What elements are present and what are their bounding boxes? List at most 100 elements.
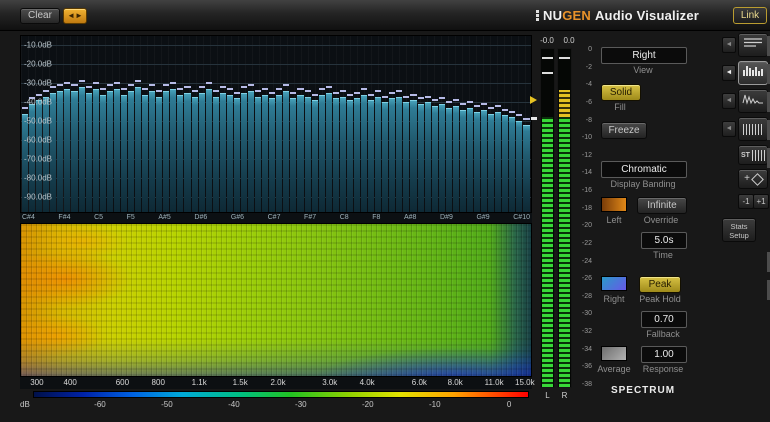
note-label: G#6: [230, 214, 245, 221]
spectrum-bar: [170, 36, 177, 212]
spectrum-bar: [445, 36, 452, 212]
color-scale-label: -30: [295, 400, 307, 409]
peak-hold-mark: [255, 89, 262, 92]
spectrum-bar: [248, 36, 255, 212]
banding-dropdown[interactable]: Chromatic: [601, 161, 687, 178]
peak-hold-mark: [417, 97, 424, 100]
freeze-button[interactable]: Freeze: [601, 122, 647, 139]
note-label: C#10: [513, 214, 530, 221]
response-value[interactable]: 1.00: [641, 346, 687, 363]
brand-suffix: Audio Visualizer: [594, 7, 700, 23]
peak-hold-mark: [481, 103, 488, 106]
color-scale-label: -60: [94, 400, 106, 409]
stats-line2: Setup: [729, 231, 749, 240]
spectrum-bar: [346, 36, 353, 212]
fill-solid-button[interactable]: Solid: [601, 84, 641, 101]
note-axis: C#4 F#4 C5 F5 A#5 D#6 G#6 C#7 F#7 C8 F8 A#8 D#9 G#9 C#…: [20, 213, 532, 223]
peak-hold-mark: [368, 93, 375, 96]
lines-view-button[interactable]: [738, 33, 768, 57]
note-label: F5: [126, 214, 135, 221]
note-label: A#8: [403, 214, 417, 221]
frequency-label: 4.0k: [359, 378, 375, 387]
spectrum-bar: [375, 36, 382, 212]
frequency-label: 2.0k: [270, 378, 286, 387]
left-channel-swatch[interactable]: [601, 197, 627, 212]
peak-hold-mark: [346, 93, 353, 96]
topbar: Clear ◄► NU GEN Audio Visualizer Link: [0, 0, 770, 31]
response-label: Response: [642, 364, 684, 374]
spectrum-bar: [276, 36, 283, 212]
panel-arrow-button[interactable]: ◄: [722, 93, 736, 109]
frequency-label: 11.0k: [484, 378, 504, 387]
nugen-logo-icon: [536, 9, 539, 21]
spectrum-bar: [304, 36, 311, 212]
bars-view-button[interactable]: [738, 61, 768, 85]
panel-arrow-button[interactable]: ◄: [722, 37, 736, 53]
level-meter-left: [540, 48, 555, 388]
spectrum-bar: [459, 36, 466, 212]
panel-arrow-button[interactable]: ◄: [722, 65, 736, 81]
link-button[interactable]: Link: [733, 7, 767, 24]
fallback-value[interactable]: 0.70: [641, 311, 687, 328]
meter-scale-label: -2: [585, 63, 592, 71]
peak-hold-mark: [495, 104, 502, 107]
nudge-minus-button[interactable]: -1: [738, 194, 754, 209]
peak-hold-mark: [353, 91, 360, 94]
peak-hold-mark: [304, 89, 311, 92]
peak-hold-mark: [233, 91, 240, 94]
brand-nu: NU: [543, 7, 563, 23]
average-swatch[interactable]: [601, 346, 627, 361]
peak-hold-mark: [135, 80, 142, 83]
meter-scale-label: -8: [585, 116, 592, 124]
spectrum-bar: [368, 36, 375, 212]
panel-arrow-button[interactable]: ◄: [722, 121, 736, 137]
level-meter-right: [557, 48, 572, 388]
peak-hold-mark: [297, 87, 304, 90]
color-scale-label: -20: [362, 400, 374, 409]
spectrum-bar: [438, 36, 445, 212]
spectrum-bar: [481, 36, 488, 212]
spectrum-bar: [113, 36, 120, 212]
peak-hold-mark: [431, 99, 438, 102]
spectrum-bar: [466, 36, 473, 212]
diamond-plus-button[interactable]: +: [738, 169, 768, 189]
peak-hold-mark: [410, 93, 417, 96]
override-button[interactable]: Infinite: [637, 197, 687, 214]
banding-label: Display Banding: [610, 179, 676, 189]
clear-button[interactable]: Clear: [20, 8, 60, 24]
spectrum-bar: [120, 36, 127, 212]
meter-fill: [542, 116, 553, 387]
spectrum-bar: [212, 36, 219, 212]
spectrum-bar: [424, 36, 431, 212]
db-axis-label: -70.0dB: [24, 154, 53, 164]
spectrum-bar: [474, 36, 481, 212]
color-scale-label: -10: [428, 400, 441, 409]
meter-scale-label: -6: [585, 98, 592, 106]
st-spectrogram-button[interactable]: ST: [738, 145, 768, 165]
view-dropdown[interactable]: Right: [601, 47, 687, 64]
peak-hold-mark: [22, 106, 29, 109]
spectrum-bar: [191, 36, 198, 212]
right-channel-swatch[interactable]: [601, 276, 627, 291]
time-value[interactable]: 5.0s: [641, 232, 687, 249]
peak-hold-mark: [226, 87, 233, 90]
peak-hold-mark: [424, 95, 431, 98]
peak-hold-mark: [219, 86, 226, 89]
peak-hold-mark: [403, 95, 410, 98]
spectrogram-view-button[interactable]: [738, 117, 768, 141]
nudge-plus-button[interactable]: +1: [753, 194, 769, 209]
peak-hold-mark: [120, 87, 127, 90]
plugin-window: Clear ◄► NU GEN Audio Visualizer Link -10…: [0, 0, 770, 422]
meter-fill: [559, 116, 570, 387]
peak-hold-button[interactable]: Peak: [639, 276, 681, 293]
resize-arrows-button[interactable]: ◄►: [63, 8, 87, 24]
note-label: C8: [339, 214, 349, 221]
peak-hold-mark: [64, 82, 71, 85]
note-label: G#9: [476, 214, 490, 221]
wave-view-button[interactable]: [738, 89, 768, 113]
bars-view-icon: [742, 64, 764, 82]
peak-hold-mark: [99, 87, 106, 90]
peak-hold-mark: [127, 84, 134, 87]
meter-readout-right: 0.0: [563, 36, 575, 45]
stats-setup-button[interactable]: Stats Setup: [722, 218, 756, 242]
